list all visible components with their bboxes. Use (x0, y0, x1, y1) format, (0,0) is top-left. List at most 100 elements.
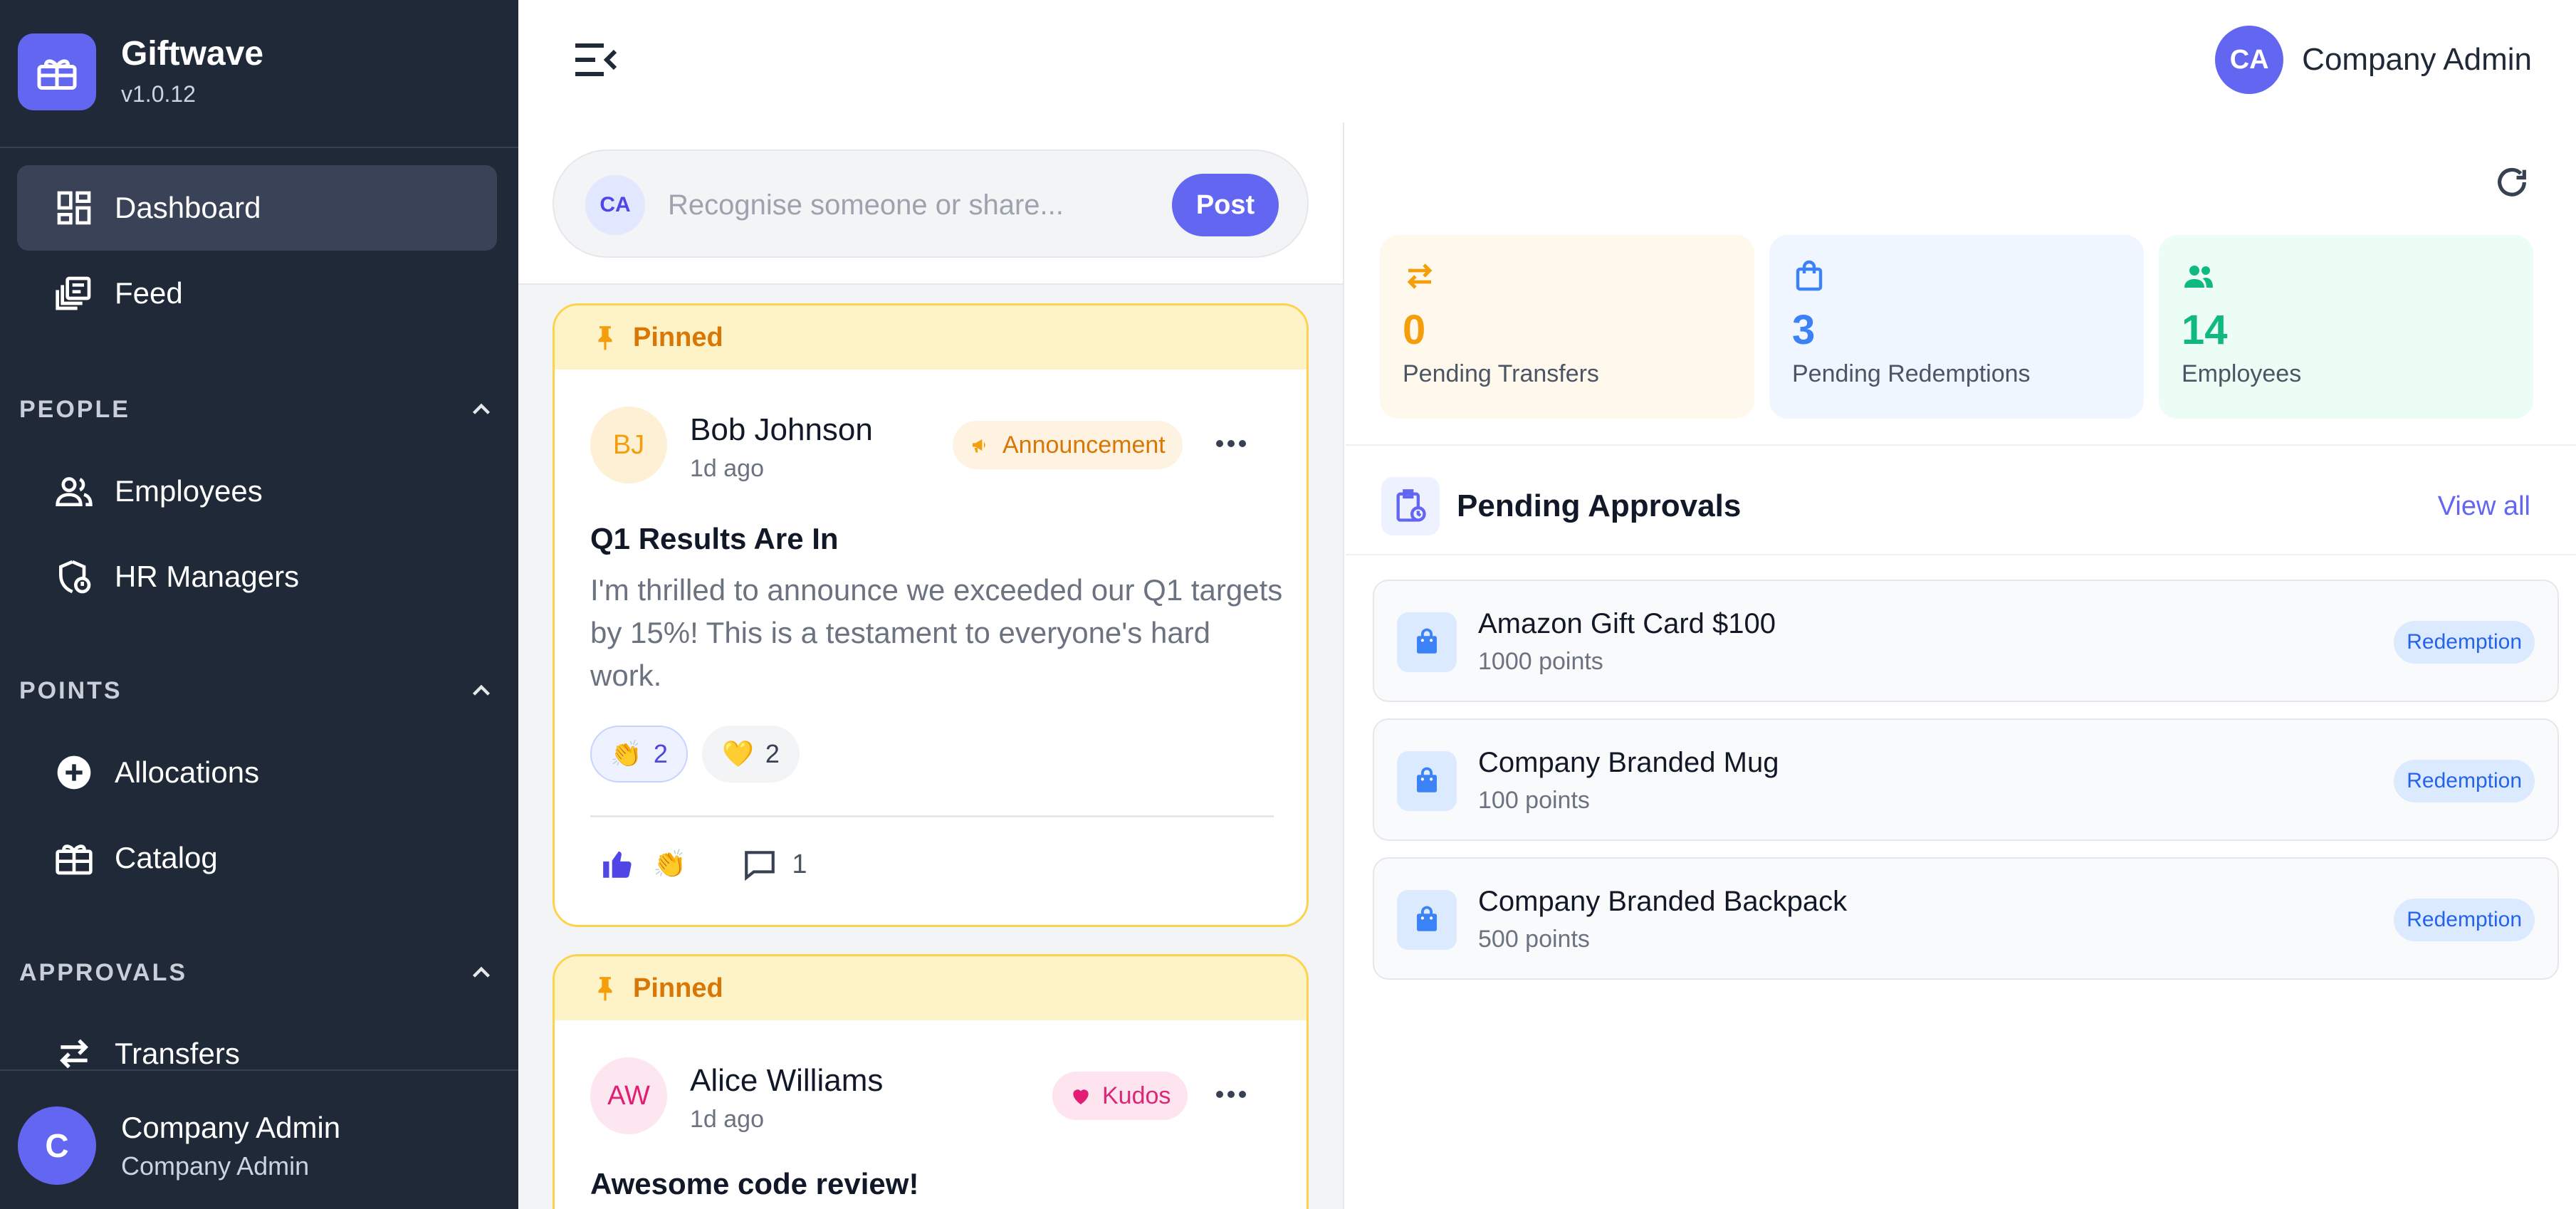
refresh-icon[interactable] (2493, 164, 2530, 201)
approval-item-points: 100 points (1478, 787, 1590, 814)
more-options-icon[interactable] (1210, 422, 1252, 465)
section-approvals-title: APPROVALS (19, 958, 188, 986)
chevron-up-icon (472, 684, 491, 696)
sidebar-user-role: Company Admin (121, 1151, 310, 1181)
feed-post: Pinned BJ Bob Johnson 1d ago Announcemen… (553, 303, 1309, 927)
nav-catalog-label: Catalog (115, 841, 218, 874)
comment-icon[interactable] (742, 847, 777, 882)
approval-item-title: Company Branded Mug (1478, 747, 1779, 778)
stat-label: Pending Transfers (1403, 360, 1599, 387)
top-user-menu[interactable]: CA Company Admin (2215, 26, 2532, 94)
divider (1346, 444, 2576, 446)
reaction-emoji[interactable]: 👏 (653, 849, 686, 880)
post-time: 1d ago (690, 1106, 764, 1133)
avatar: CA (585, 175, 645, 235)
brand-header: Giftwave v1.0.12 (0, 0, 518, 148)
divider (1346, 554, 2576, 555)
composer-area: CA Post (518, 122, 1343, 285)
status-badge: Redemption (2394, 899, 2535, 941)
dashboard-icon (57, 191, 91, 225)
transfer-icon (1407, 263, 1433, 289)
stat-value: 3 (1792, 307, 1816, 353)
sidebar-user-name: Company Admin (121, 1111, 341, 1144)
view-all-link[interactable]: View all (2438, 491, 2530, 522)
shopping-bag-icon (1796, 260, 1823, 291)
section-points-title: POINTS (19, 676, 122, 704)
post-author[interactable]: Bob Johnson (690, 412, 873, 448)
manager-icon (59, 560, 91, 594)
approval-item-title: Company Branded Backpack (1478, 886, 1848, 917)
reaction-chip[interactable]: 💛 2 (702, 726, 800, 783)
reaction-count: 2 (653, 739, 668, 768)
pending-approvals-title: Pending Approvals (1457, 488, 1742, 523)
people-icon (56, 477, 93, 506)
post-tag-label: Kudos (1102, 1082, 1171, 1109)
menu-collapse-icon[interactable] (572, 40, 618, 80)
avatar: BJ (590, 407, 667, 483)
approval-item[interactable]: Company Branded Mug 100 points Redemptio… (1373, 718, 2559, 841)
more-options-icon[interactable] (1210, 1073, 1252, 1116)
approval-item-title: Amazon Gift Card $100 (1478, 608, 1776, 639)
sidebar: Giftwave v1.0.12 Dashboard Feed PEOPLE E… (0, 0, 518, 1209)
post-body: I'm thrilled to announce we exceeded our… (590, 573, 1283, 692)
section-people-header[interactable]: PEOPLE (19, 388, 496, 431)
chevron-up-icon (472, 403, 491, 414)
feed-icon (56, 276, 91, 310)
feed-post: Pinned AW Alice Williams 1d ago Kudos Aw… (553, 954, 1309, 1209)
nav-catalog[interactable]: Catalog (17, 815, 497, 901)
nav-dashboard[interactable]: Dashboard (17, 165, 497, 251)
avatar: AW (590, 1057, 667, 1134)
pinned-label: Pinned (633, 973, 723, 1003)
nav-hr-managers-label: HR Managers (115, 560, 300, 593)
stat-card-pending-redemptions[interactable]: 3 Pending Redemptions (1769, 235, 2144, 419)
megaphone-icon (973, 439, 985, 453)
approval-item[interactable]: Amazon Gift Card $100 1000 points Redemp… (1373, 580, 2559, 702)
nav-transfers-label: Transfers (115, 1037, 240, 1070)
post-tag: Announcement (953, 421, 1183, 469)
pin-icon (598, 326, 612, 350)
post-time: 1d ago (690, 455, 764, 482)
thumbs-up-icon[interactable] (600, 847, 636, 882)
clipboard-clock-icon (1381, 477, 1440, 535)
nav-allocations[interactable]: Allocations (17, 730, 497, 815)
pinned-banner: Pinned (555, 956, 1307, 1020)
post-button[interactable]: Post (1172, 174, 1279, 236)
nav-feed[interactable]: Feed (17, 251, 497, 336)
section-approvals-header[interactable]: APPROVALS (19, 951, 496, 994)
shopping-bag-icon (1397, 612, 1457, 672)
nav-allocations-label: Allocations (115, 755, 260, 789)
avatar: C (18, 1106, 96, 1185)
section-points-header[interactable]: POINTS (19, 669, 496, 712)
people-icon (2184, 266, 2213, 288)
reaction-chip[interactable]: 👏 2 (590, 726, 688, 783)
dashboard-panel: 0 Pending Transfers 3 Pending Redemption… (1346, 122, 2576, 1209)
nav-hr-managers[interactable]: HR Managers (17, 534, 497, 619)
nav-employees-label: Employees (115, 474, 263, 508)
section-people-title: PEOPLE (19, 395, 130, 423)
post-author[interactable]: Alice Williams (690, 1063, 883, 1099)
composer-input[interactable] (668, 182, 1166, 228)
approval-item[interactable]: Company Branded Backpack 500 points Rede… (1373, 857, 2559, 980)
stat-label: Employees (2182, 360, 2302, 387)
reaction-count: 2 (765, 739, 780, 768)
post-title: Q1 Results Are In (590, 522, 839, 555)
transfer-icon (60, 1039, 88, 1069)
divider (590, 815, 1274, 817)
stat-label: Pending Redemptions (1792, 360, 2031, 387)
approval-item-points: 1000 points (1478, 648, 1603, 675)
sidebar-user-card[interactable]: C Company Admin Company Admin (0, 1069, 518, 1209)
stat-card-pending-transfers[interactable]: 0 Pending Transfers (1380, 235, 1754, 419)
post-tag-label: Announcement (1002, 431, 1166, 459)
avatar: CA (2215, 26, 2284, 94)
stat-card-employees[interactable]: 14 Employees (2159, 235, 2533, 419)
nav-feed-label: Feed (115, 276, 183, 310)
gift-icon (56, 844, 93, 875)
pinned-banner: Pinned (555, 305, 1307, 370)
post-title: Awesome code review! (590, 1167, 919, 1200)
chevron-up-icon (472, 966, 491, 978)
status-badge: Redemption (2394, 621, 2535, 664)
top-bar: CA Company Admin (518, 0, 2576, 122)
app-version: v1.0.12 (121, 81, 196, 107)
nav-employees[interactable]: Employees (17, 449, 497, 534)
shopping-bag-icon (1397, 751, 1457, 811)
